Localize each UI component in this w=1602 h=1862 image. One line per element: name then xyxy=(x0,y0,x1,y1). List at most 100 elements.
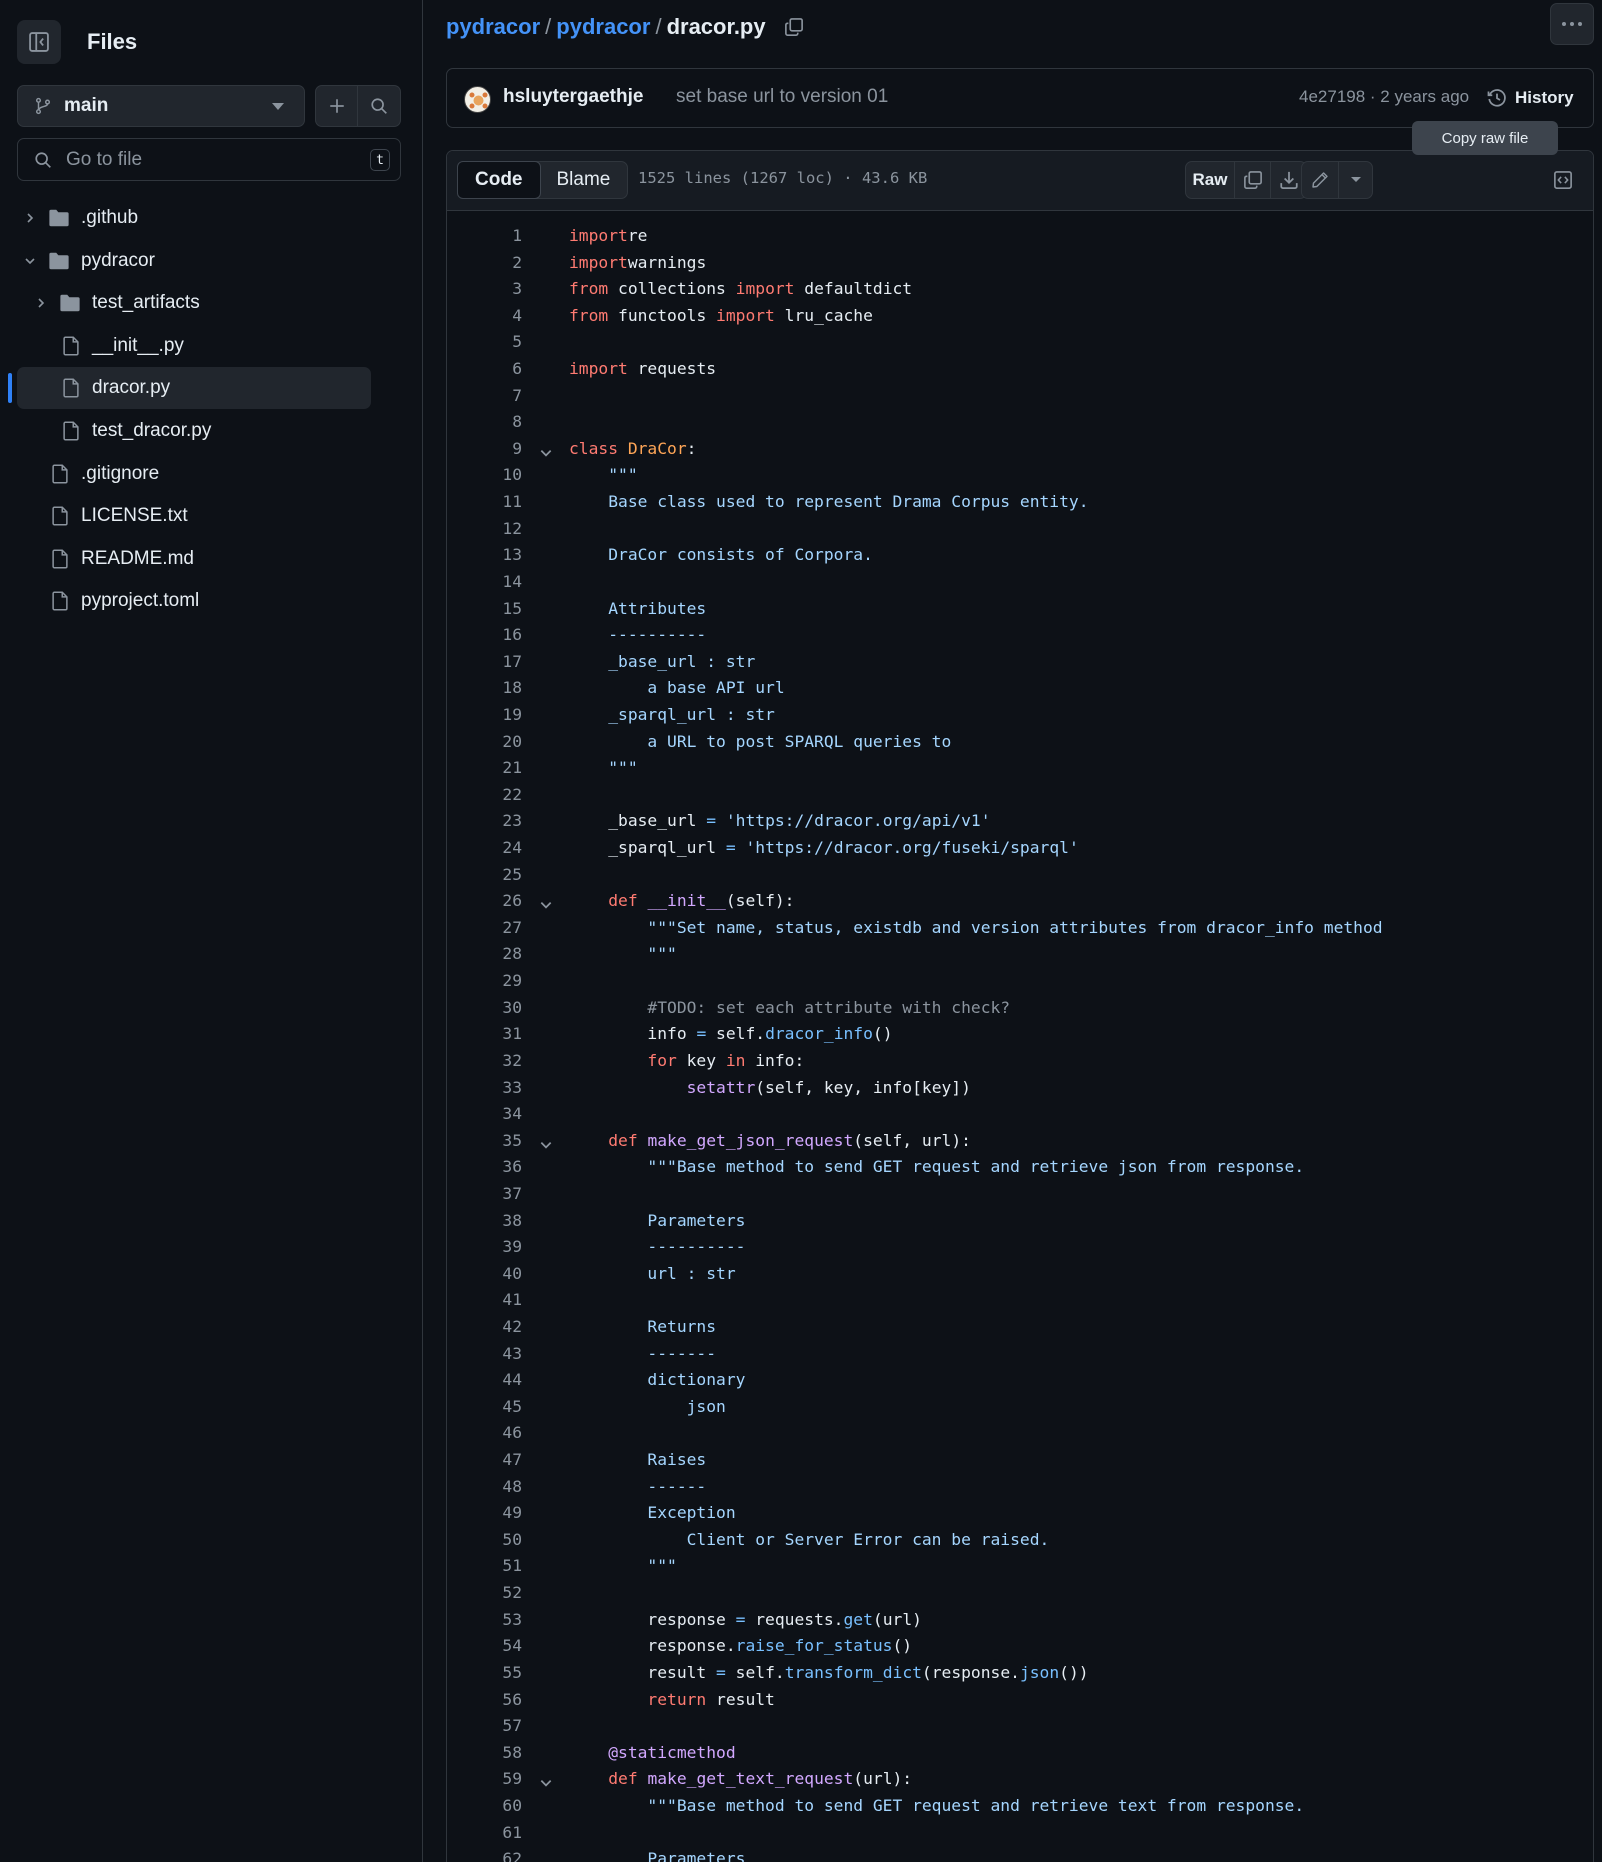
chevron-right-icon[interactable] xyxy=(22,210,38,226)
copy-raw-file-button[interactable] xyxy=(1234,162,1270,198)
line-number[interactable]: 49 xyxy=(447,1500,522,1527)
fold-chevron-icon[interactable] xyxy=(539,1772,553,1787)
fold-chevron-icon[interactable] xyxy=(539,894,553,909)
symbols-panel-button[interactable] xyxy=(1544,161,1582,199)
line-number[interactable]: 37 xyxy=(447,1181,522,1208)
fold-chevron-icon[interactable] xyxy=(539,442,553,457)
line-number[interactable]: 31 xyxy=(447,1021,522,1048)
branch-selector[interactable]: main xyxy=(17,85,305,127)
more-options-button[interactable] xyxy=(1550,3,1594,45)
go-to-file-input[interactable]: Go to file t xyxy=(17,138,401,181)
line-number[interactable]: 32 xyxy=(447,1048,522,1075)
line-number[interactable]: 6 xyxy=(447,356,522,383)
line-number[interactable]: 7 xyxy=(447,383,522,410)
line-number[interactable]: 2 xyxy=(447,250,522,277)
edit-file-button[interactable] xyxy=(1302,162,1338,198)
line-number[interactable]: 9 xyxy=(447,436,522,463)
tree-item[interactable]: __init__.py xyxy=(0,325,423,368)
line-number[interactable]: 11 xyxy=(447,489,522,516)
line-number[interactable]: 61 xyxy=(447,1820,522,1847)
search-code-button[interactable] xyxy=(358,85,401,127)
tree-item[interactable]: pydracor xyxy=(0,240,423,283)
line-number[interactable]: 14 xyxy=(447,569,522,596)
line-number[interactable]: 58 xyxy=(447,1740,522,1767)
line-number[interactable]: 50 xyxy=(447,1527,522,1554)
line-number[interactable]: 27 xyxy=(447,915,522,942)
line-number[interactable]: 28 xyxy=(447,941,522,968)
line-number[interactable]: 57 xyxy=(447,1713,522,1740)
line-number[interactable]: 46 xyxy=(447,1420,522,1447)
line-number[interactable]: 19 xyxy=(447,702,522,729)
chevron-right-icon[interactable] xyxy=(33,295,49,311)
line-number[interactable]: 55 xyxy=(447,1660,522,1687)
line-number[interactable]: 23 xyxy=(447,808,522,835)
avatar[interactable] xyxy=(464,86,491,113)
line-number[interactable]: 51 xyxy=(447,1553,522,1580)
tab-code[interactable]: Code xyxy=(457,161,541,199)
line-number[interactable]: 59 xyxy=(447,1766,522,1793)
line-number[interactable]: 45 xyxy=(447,1394,522,1421)
line-number[interactable]: 60 xyxy=(447,1793,522,1820)
line-number[interactable]: 26 xyxy=(447,888,522,915)
line-number[interactable]: 38 xyxy=(447,1208,522,1235)
copy-path-button[interactable] xyxy=(784,17,804,37)
line-number[interactable]: 34 xyxy=(447,1101,522,1128)
tree-item[interactable]: pyproject.toml xyxy=(0,580,423,623)
line-number[interactable]: 18 xyxy=(447,675,522,702)
tab-blame[interactable]: Blame xyxy=(540,162,628,198)
line-number[interactable]: 17 xyxy=(447,649,522,676)
line-number[interactable]: 8 xyxy=(447,409,522,436)
commit-author[interactable]: hsluytergaethje xyxy=(503,86,643,108)
commit-meta[interactable]: 4e27198 · 2 years ago xyxy=(1299,87,1469,107)
tree-item[interactable]: .github xyxy=(0,197,423,240)
line-number[interactable]: 40 xyxy=(447,1261,522,1288)
line-number[interactable]: 13 xyxy=(447,542,522,569)
collapse-sidebar-button[interactable] xyxy=(17,20,61,64)
line-number[interactable]: 20 xyxy=(447,729,522,756)
line-number[interactable]: 47 xyxy=(447,1447,522,1474)
line-number[interactable]: 5 xyxy=(447,329,522,356)
line-number[interactable]: 33 xyxy=(447,1075,522,1102)
line-number[interactable]: 30 xyxy=(447,995,522,1022)
line-number[interactable]: 48 xyxy=(447,1474,522,1501)
line-number[interactable]: 29 xyxy=(447,968,522,995)
line-number[interactable]: 39 xyxy=(447,1234,522,1261)
edit-options-dropdown[interactable] xyxy=(1338,162,1372,198)
line-number[interactable]: 21 xyxy=(447,755,522,782)
tree-item[interactable]: test_artifacts xyxy=(0,282,423,325)
line-number[interactable]: 44 xyxy=(447,1367,522,1394)
line-number[interactable]: 36 xyxy=(447,1154,522,1181)
tree-item[interactable]: test_dracor.py xyxy=(0,410,423,453)
tree-item[interactable]: .gitignore xyxy=(0,453,423,496)
raw-button[interactable]: Raw xyxy=(1186,162,1234,198)
line-number[interactable]: 62 xyxy=(447,1846,522,1862)
line-number[interactable]: 53 xyxy=(447,1607,522,1634)
line-number[interactable]: 56 xyxy=(447,1687,522,1714)
breadcrumb-repo-link[interactable]: pydracor xyxy=(446,14,540,40)
line-number[interactable]: 41 xyxy=(447,1287,522,1314)
line-number[interactable]: 22 xyxy=(447,782,522,809)
tree-item[interactable]: LICENSE.txt xyxy=(0,495,423,538)
line-number[interactable]: 42 xyxy=(447,1314,522,1341)
line-number[interactable]: 43 xyxy=(447,1341,522,1368)
line-number[interactable]: 12 xyxy=(447,516,522,543)
line-number[interactable]: 35 xyxy=(447,1128,522,1155)
fold-chevron-icon[interactable] xyxy=(539,1134,553,1149)
breadcrumb-folder-link[interactable]: pydracor xyxy=(556,14,650,40)
line-number[interactable]: 3 xyxy=(447,276,522,303)
history-button[interactable]: History xyxy=(1487,83,1574,113)
line-number[interactable]: 4 xyxy=(447,303,522,330)
line-number[interactable]: 15 xyxy=(447,596,522,623)
tree-item[interactable]: README.md xyxy=(0,538,423,581)
tree-item[interactable]: dracor.py xyxy=(0,367,423,410)
add-file-button[interactable] xyxy=(315,85,358,127)
line-number[interactable]: 16 xyxy=(447,622,522,649)
line-number[interactable]: 54 xyxy=(447,1633,522,1660)
line-number[interactable]: 52 xyxy=(447,1580,522,1607)
line-number[interactable]: 24 xyxy=(447,835,522,862)
line-number[interactable]: 10 xyxy=(447,462,522,489)
chevron-down-icon[interactable] xyxy=(22,253,38,269)
line-number[interactable]: 25 xyxy=(447,862,522,889)
line-number[interactable]: 1 xyxy=(447,223,522,250)
commit-message[interactable]: set base url to version 01 xyxy=(676,86,888,108)
